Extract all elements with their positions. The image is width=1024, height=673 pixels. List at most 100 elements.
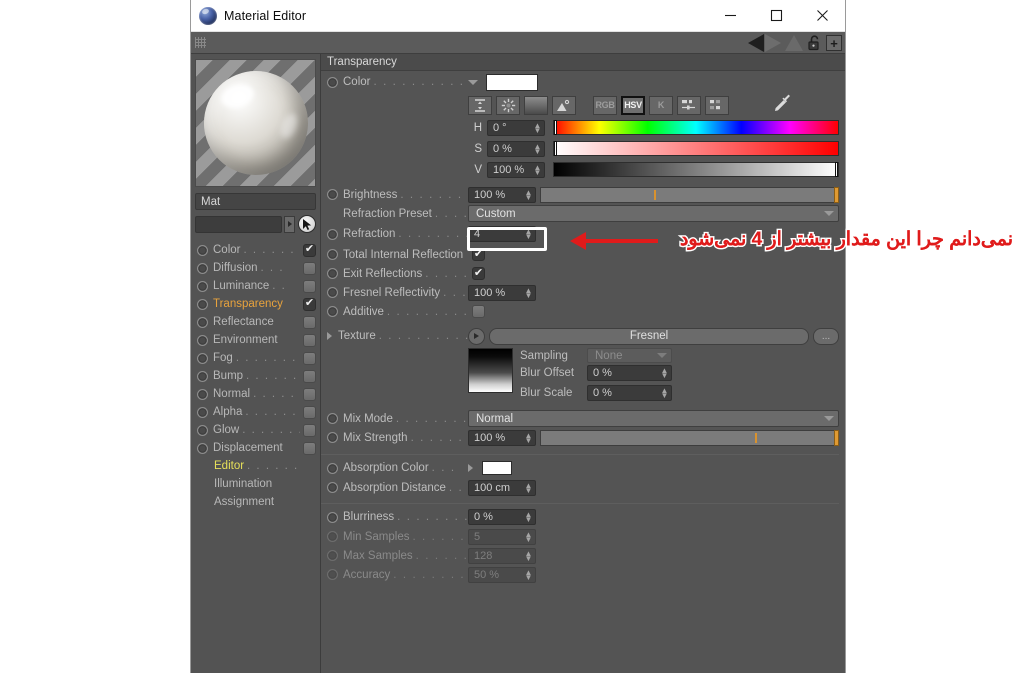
triangle-right-icon[interactable] xyxy=(327,332,332,340)
hue-input[interactable]: 0 ° ▲ ▼ xyxy=(487,119,545,136)
animate-radio[interactable] xyxy=(327,249,338,260)
kelvin-mode[interactable]: K xyxy=(649,95,673,115)
material-preview[interactable] xyxy=(195,59,316,187)
channel-radio[interactable] xyxy=(197,280,208,292)
value-gradient-bar[interactable] xyxy=(553,162,839,177)
slider-handle[interactable] xyxy=(834,186,839,203)
sidebar-item-editor[interactable]: Editor . . . . . . xyxy=(195,457,316,475)
texture-name-button[interactable]: Fresnel xyxy=(489,327,809,345)
channel-checkbox[interactable] xyxy=(303,297,316,311)
close-icon[interactable] xyxy=(799,0,845,31)
range-icon[interactable] xyxy=(468,95,492,115)
texture-play-button[interactable] xyxy=(468,327,485,345)
gradient-icon[interactable] xyxy=(524,95,548,115)
channel-radio[interactable] xyxy=(197,424,208,436)
add-material-button[interactable]: + xyxy=(826,35,842,51)
channel-checkbox[interactable] xyxy=(303,423,316,437)
stepper-icon[interactable]: ▲ ▼ xyxy=(524,228,533,241)
chevron-down-icon[interactable] xyxy=(657,353,667,358)
image-icon[interactable] xyxy=(552,95,576,115)
channel-checkbox[interactable] xyxy=(303,315,316,329)
animate-radio[interactable] xyxy=(327,432,338,443)
channel-radio[interactable] xyxy=(197,334,208,346)
brightness-slider[interactable] xyxy=(540,186,839,203)
channel-radio[interactable] xyxy=(197,298,208,310)
blur-scale-input[interactable]: 0 % ▲ ▼ xyxy=(587,385,672,401)
stepper-icon[interactable]: ▲ ▼ xyxy=(660,367,669,380)
stepper-icon[interactable]: ▲ ▼ xyxy=(524,481,533,494)
texture-thumbnail[interactable] xyxy=(468,348,513,393)
brightness-input[interactable]: 100 % ▲ ▼ xyxy=(468,186,536,203)
channel-item-reflectance[interactable]: Reflectance xyxy=(195,313,316,331)
channel-radio[interactable] xyxy=(197,388,208,400)
animate-radio[interactable] xyxy=(327,511,338,523)
animate-radio[interactable] xyxy=(327,189,338,200)
channel-checkbox[interactable] xyxy=(303,387,316,401)
stepper-icon[interactable]: ▲ ▼ xyxy=(524,431,533,444)
channel-checkbox[interactable] xyxy=(303,279,316,293)
mix-mode-dropdown[interactable]: Normal xyxy=(468,410,839,427)
refraction-input[interactable]: 4 ▲ ▼ xyxy=(468,226,536,242)
channel-checkbox[interactable] xyxy=(303,243,316,257)
channel-item-bump[interactable]: Bump . . . . . . xyxy=(195,367,316,385)
hsv-mode[interactable]: HSV xyxy=(621,95,645,115)
saturation-knob[interactable] xyxy=(554,141,557,156)
animate-radio[interactable] xyxy=(327,228,338,240)
channel-checkbox[interactable] xyxy=(303,333,316,347)
channel-radio[interactable] xyxy=(197,262,208,274)
blur-offset-input[interactable]: 0 % ▲ ▼ xyxy=(587,365,672,381)
search-dropdown-arrow[interactable] xyxy=(284,215,295,233)
wheel-icon[interactable] xyxy=(496,95,520,115)
channel-item-fog[interactable]: Fog . . . . . . . . xyxy=(195,349,316,367)
stepper-icon[interactable]: ▲ ▼ xyxy=(533,142,542,155)
blurriness-input[interactable]: 0 % ▲ ▼ xyxy=(468,509,536,525)
refraction-preset-dropdown[interactable]: Custom xyxy=(468,205,839,222)
absorption-color-swatch[interactable] xyxy=(482,461,512,475)
channel-item-glow[interactable]: Glow . . . . . . . xyxy=(195,421,316,439)
channel-radio[interactable] xyxy=(197,244,208,256)
sidebar-item-assignment[interactable]: Assignment xyxy=(195,493,316,511)
channel-radio[interactable] xyxy=(197,352,208,364)
channel-radio[interactable] xyxy=(197,406,208,418)
channel-checkbox[interactable] xyxy=(303,261,316,275)
animate-radio[interactable] xyxy=(327,482,338,493)
channel-checkbox[interactable] xyxy=(303,369,316,383)
animate-radio[interactable] xyxy=(327,462,338,474)
sampling-dropdown[interactable]: None xyxy=(587,348,672,363)
mix-strength-input[interactable]: 100 % ▲ ▼ xyxy=(468,429,536,446)
stepper-icon[interactable]: ▲ ▼ xyxy=(533,163,542,176)
animate-radio[interactable] xyxy=(327,268,338,279)
stepper-icon[interactable]: ▲ ▼ xyxy=(533,121,542,134)
value-input[interactable]: 100 % ▲ ▼ xyxy=(487,161,545,178)
slider-handle[interactable] xyxy=(834,429,839,446)
rgb-mode[interactable]: RGB xyxy=(593,95,617,115)
exit-reflections-checkbox[interactable] xyxy=(472,267,485,280)
channel-item-normal[interactable]: Normal . . . . . xyxy=(195,385,316,403)
saturation-gradient-bar[interactable] xyxy=(553,141,839,156)
triangle-right-icon[interactable] xyxy=(765,34,781,52)
channel-checkbox[interactable] xyxy=(303,441,316,455)
maximize-icon[interactable] xyxy=(753,0,799,31)
mix-strength-slider[interactable] xyxy=(540,429,839,446)
channel-item-environment[interactable]: Environment xyxy=(195,331,316,349)
chevron-down-icon[interactable] xyxy=(824,211,834,216)
stepper-icon[interactable]: ▲ ▼ xyxy=(524,188,533,201)
chevron-down-icon[interactable] xyxy=(468,79,478,85)
channel-radio[interactable] xyxy=(197,442,208,454)
animate-radio[interactable] xyxy=(327,287,338,298)
mixer-icon[interactable] xyxy=(677,95,701,115)
triangle-left-icon[interactable] xyxy=(748,34,764,52)
triangle-right-icon[interactable] xyxy=(468,464,473,472)
tir-checkbox[interactable] xyxy=(472,248,485,261)
saturation-input[interactable]: 0 % ▲ ▼ xyxy=(487,140,545,157)
channel-item-color[interactable]: Color . . . . . . xyxy=(195,241,316,259)
chevron-down-icon[interactable] xyxy=(824,416,834,421)
absorption-distance-input[interactable]: 100 cm ▲ ▼ xyxy=(468,479,536,496)
hue-knob[interactable] xyxy=(554,120,557,135)
value-knob[interactable] xyxy=(835,162,838,177)
pointer-arrow-icon[interactable] xyxy=(298,215,316,233)
swatches-icon[interactable] xyxy=(705,95,729,115)
material-name-field[interactable]: Mat xyxy=(195,193,316,210)
search-input[interactable] xyxy=(195,215,282,233)
channel-item-displacement[interactable]: Displacement xyxy=(195,439,316,457)
